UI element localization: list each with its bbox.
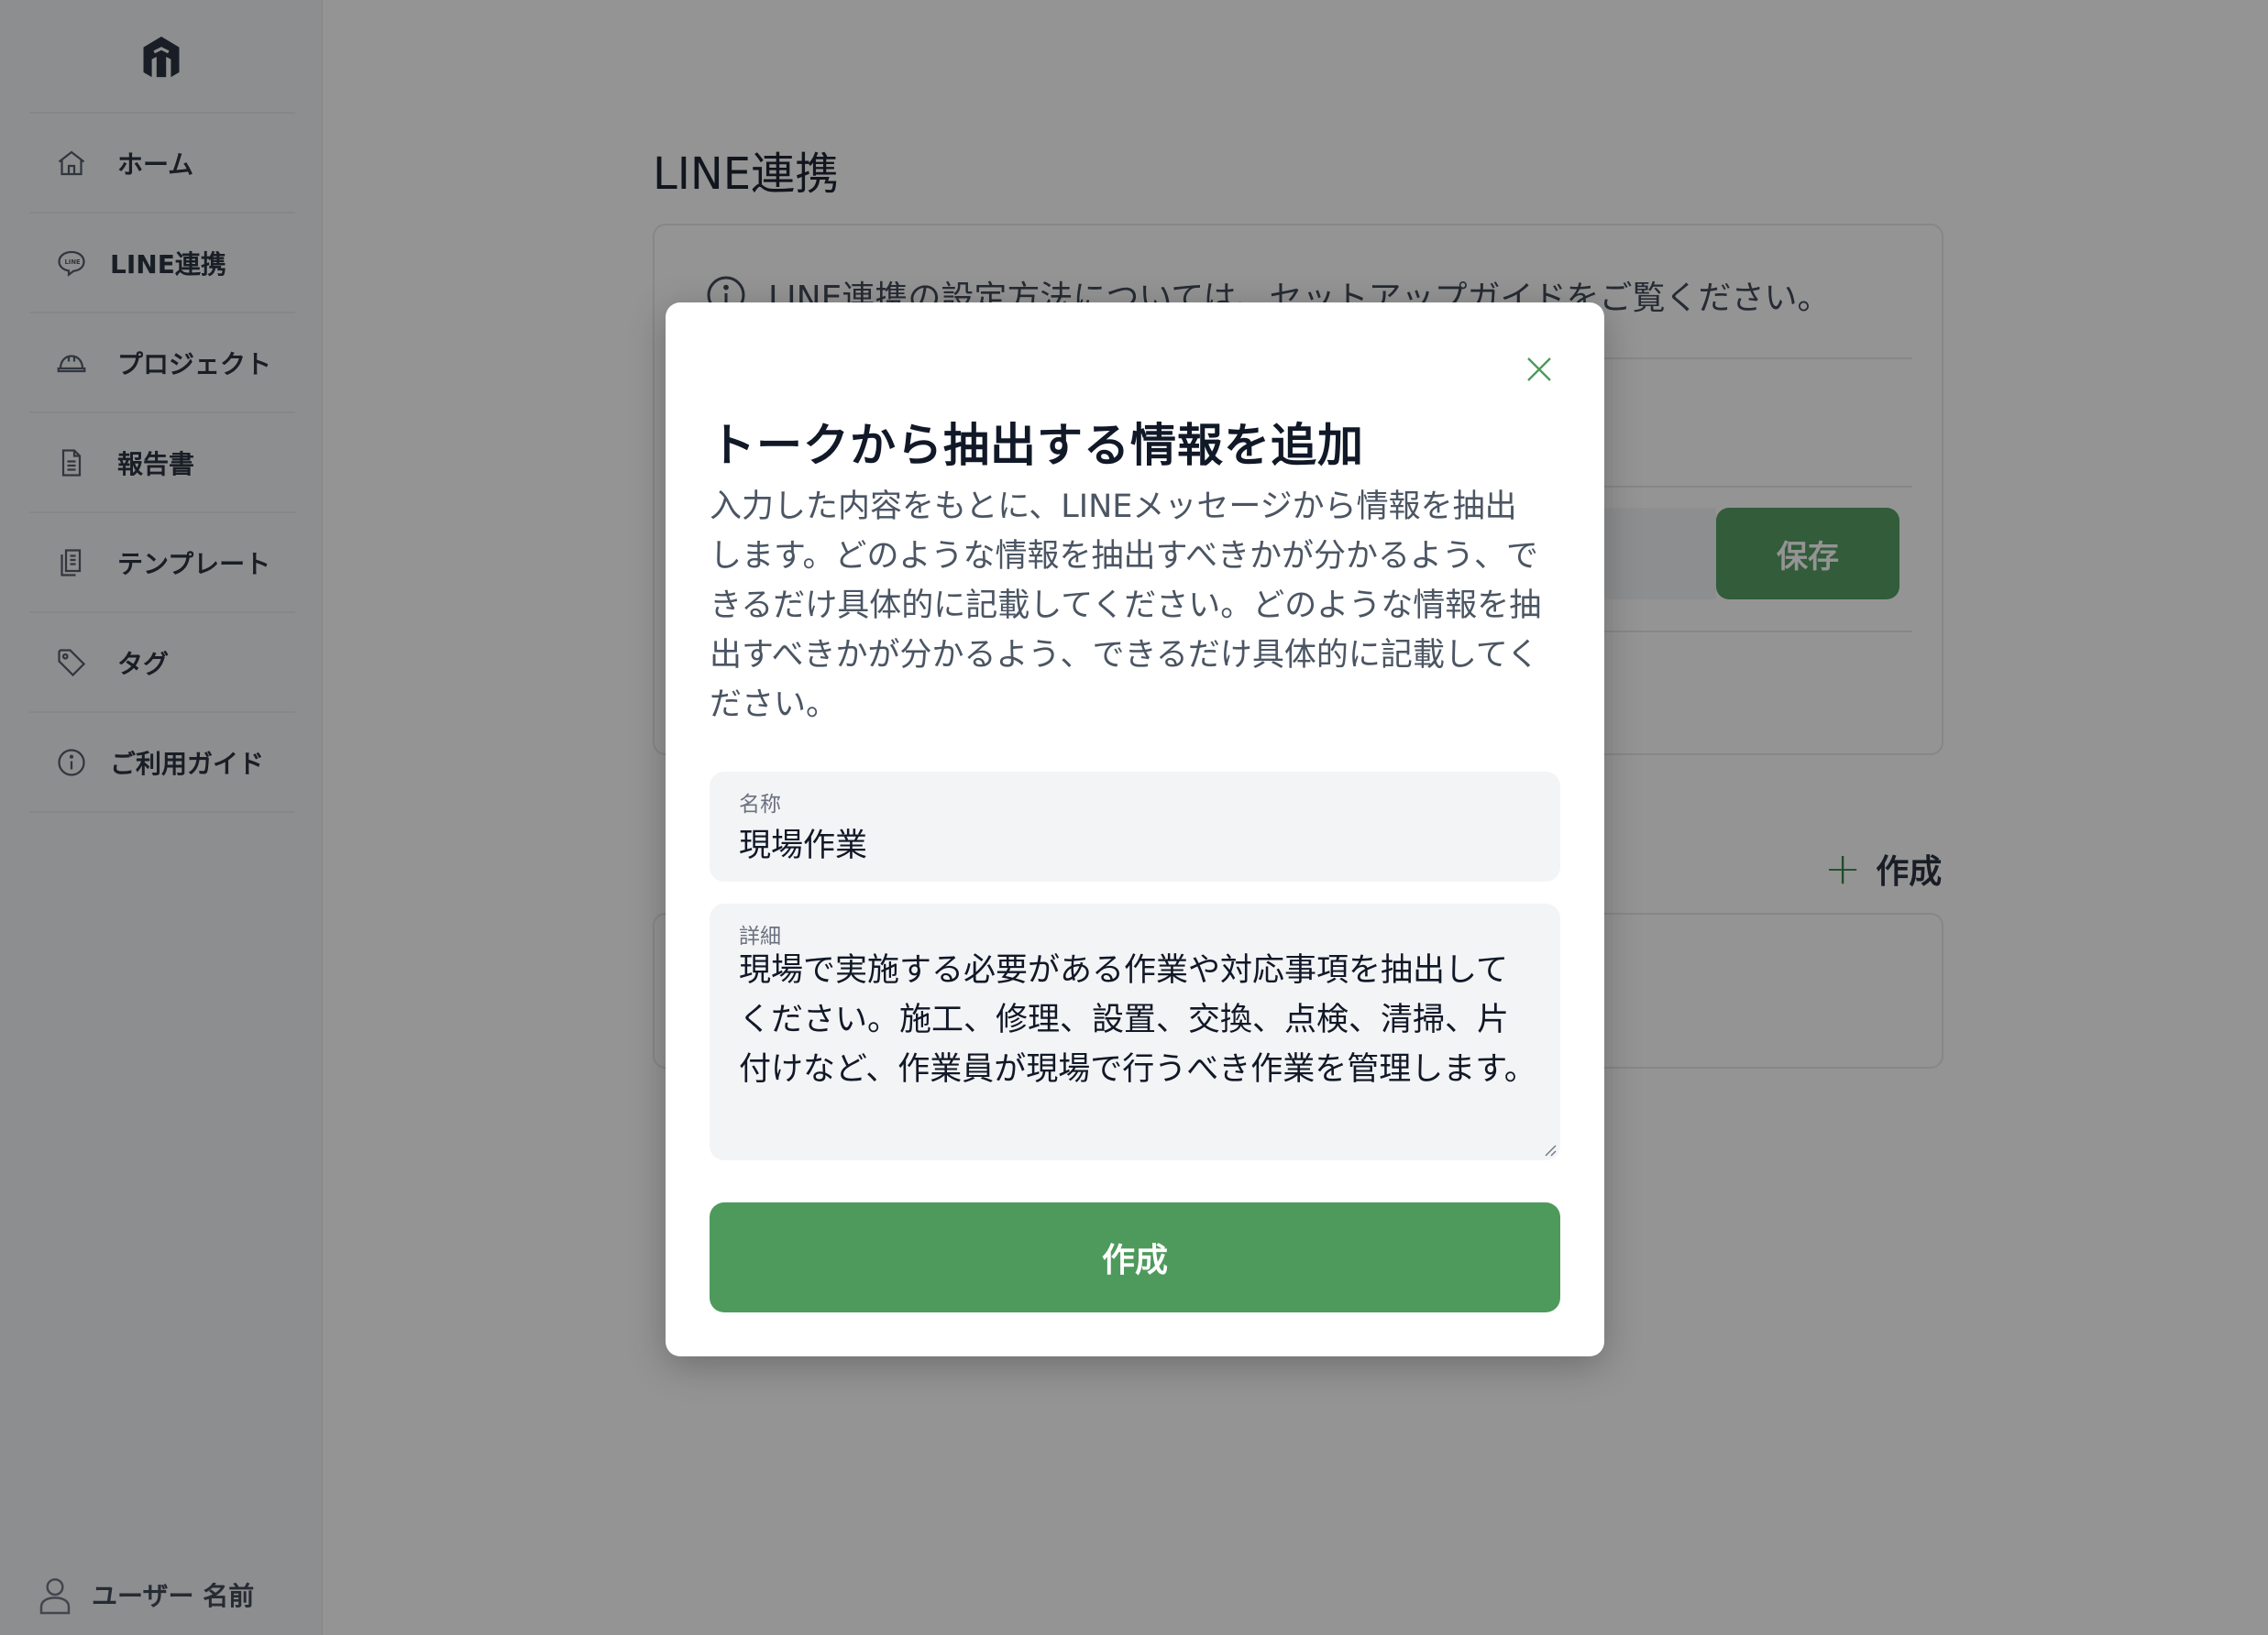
name-input[interactable]: 現場作業 <box>739 819 1536 866</box>
detail-field[interactable]: 詳細 現場で実施する必要がある作業や対応事項を抽出してください。施工、修理、設置… <box>710 904 1560 1160</box>
modal-title: トークから抽出する情報を追加 <box>710 419 1364 472</box>
name-label: 名称 <box>739 793 781 817</box>
submit-create-button[interactable]: 作成 <box>710 1202 1560 1312</box>
name-field[interactable]: 名称 現場作業 <box>710 772 1560 882</box>
resize-handle-icon[interactable] <box>1540 1140 1557 1157</box>
detail-textarea[interactable]: 現場で実施する必要がある作業や対応事項を抽出してください。施工、修理、設置、交換… <box>739 946 1536 1094</box>
close-icon[interactable] <box>1518 348 1560 390</box>
add-extraction-modal: トークから抽出する情報を追加 入力した内容をもとに、LINEメッセージから情報を… <box>666 302 1604 1356</box>
detail-label: 詳細 <box>739 925 781 949</box>
modal-description: 入力した内容をもとに、LINEメッセージから情報を抽出します。どのような情報を抽… <box>710 488 1542 723</box>
